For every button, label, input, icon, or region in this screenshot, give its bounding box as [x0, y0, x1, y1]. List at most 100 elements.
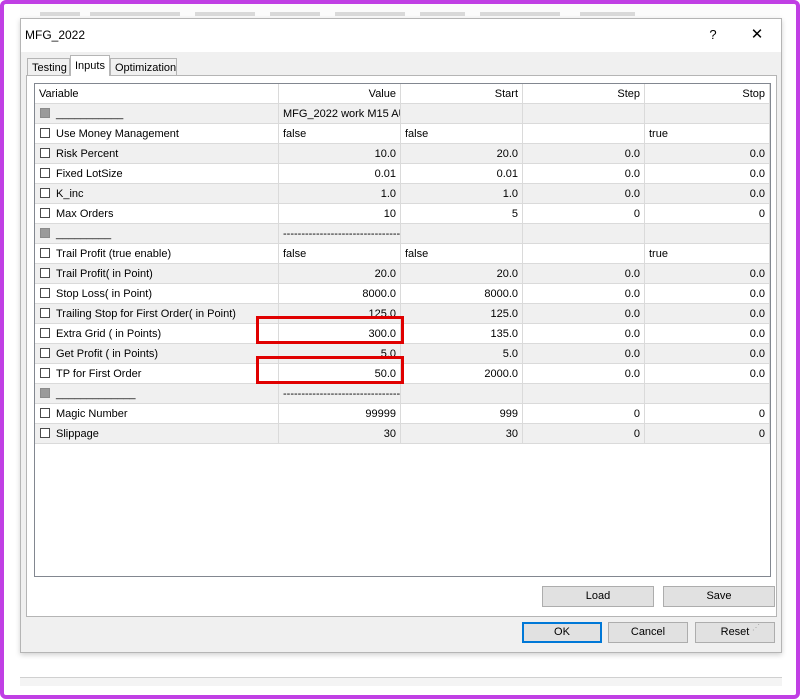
table-row[interactable]: Extra Grid ( in Points) 300.0 135.0 0.0 0.0 [35, 324, 770, 344]
value-cell[interactable]: MFG_2022 work M15 AUDUSD [279, 104, 401, 124]
stop-cell[interactable]: 0.0 [645, 324, 770, 344]
optimize-checkbox[interactable] [40, 328, 50, 339]
value-cell[interactable]: 125.0 [279, 304, 401, 324]
column-header-value[interactable]: Value [279, 84, 401, 104]
step-cell[interactable] [523, 124, 645, 144]
help-button[interactable]: ? [701, 25, 725, 45]
start-cell[interactable]: false [401, 124, 523, 144]
variable-cell[interactable]: Trailing Stop for First Order( in Point) [35, 304, 279, 324]
table-row[interactable]: Slippage 30 30 0 0 [35, 424, 770, 444]
save-button[interactable]: Save [663, 586, 775, 607]
start-cell[interactable]: 30 [401, 424, 523, 444]
stop-cell[interactable]: true [645, 244, 770, 264]
variable-cell[interactable]: Stop Loss( in Point) [35, 284, 279, 304]
variable-cell[interactable]: Risk Percent [35, 144, 279, 164]
step-cell[interactable] [523, 104, 645, 124]
stop-cell[interactable]: true [645, 124, 770, 144]
tab-inputs[interactable]: Inputs [70, 55, 110, 76]
start-cell[interactable]: 5.0 [401, 344, 523, 364]
step-cell[interactable] [523, 244, 645, 264]
separator-row[interactable]: _________ -------------------------------… [35, 224, 770, 244]
variable-cell[interactable]: Magic Number [35, 404, 279, 424]
step-cell[interactable]: 0 [523, 404, 645, 424]
value-cell[interactable]: 300.0 [279, 324, 401, 344]
variable-cell[interactable]: Slippage [35, 424, 279, 444]
value-cell[interactable]: 10 [279, 204, 401, 224]
value-cell[interactable]: 1.0 [279, 184, 401, 204]
optimize-checkbox[interactable] [40, 228, 50, 239]
value-cell[interactable]: false [279, 124, 401, 144]
stop-cell[interactable] [645, 104, 770, 124]
stop-cell[interactable]: 0.0 [645, 264, 770, 284]
cancel-button[interactable]: Cancel [608, 622, 688, 643]
value-cell[interactable]: ----------------------------------------… [279, 384, 401, 404]
table-row[interactable]: Trailing Stop for First Order( in Point)… [35, 304, 770, 324]
step-cell[interactable]: 0.0 [523, 284, 645, 304]
stop-cell[interactable]: 0.0 [645, 164, 770, 184]
reset-button[interactable]: Reset [695, 622, 775, 643]
table-row[interactable]: Magic Number 99999 999 0 0 [35, 404, 770, 424]
table-row[interactable]: Fixed LotSize 0.01 0.01 0.0 0.0 [35, 164, 770, 184]
table-row[interactable]: TP for First Order 50.0 2000.0 0.0 0.0 [35, 364, 770, 384]
stop-cell[interactable] [645, 384, 770, 404]
start-cell[interactable]: 20.0 [401, 264, 523, 284]
stop-cell[interactable]: 0.0 [645, 364, 770, 384]
column-header-step[interactable]: Step [523, 84, 645, 104]
table-row[interactable]: Max Orders 10 5 0 0 [35, 204, 770, 224]
column-header-start[interactable]: Start [401, 84, 523, 104]
table-row[interactable]: Get Profit ( in Points) 5.0 5.0 0.0 0.0 [35, 344, 770, 364]
close-button[interactable]: ✕ [745, 24, 769, 46]
table-row[interactable]: Risk Percent 10.0 20.0 0.0 0.0 [35, 144, 770, 164]
start-cell[interactable]: 20.0 [401, 144, 523, 164]
variable-cell[interactable]: Use Money Management [35, 124, 279, 144]
start-cell[interactable] [401, 104, 523, 124]
optimize-checkbox[interactable] [40, 108, 50, 119]
optimize-checkbox[interactable] [40, 168, 50, 179]
variable-cell[interactable]: Extra Grid ( in Points) [35, 324, 279, 344]
value-cell[interactable]: false [279, 244, 401, 264]
step-cell[interactable] [523, 224, 645, 244]
step-cell[interactable]: 0 [523, 424, 645, 444]
resize-grip-icon[interactable]: ⋰ [752, 623, 760, 632]
step-cell[interactable]: 0.0 [523, 364, 645, 384]
variable-cell[interactable]: Get Profit ( in Points) [35, 344, 279, 364]
separator-row[interactable]: ___________ MFG_2022 work M15 AUDUSD [35, 104, 770, 124]
optimize-checkbox[interactable] [40, 148, 50, 159]
stop-cell[interactable]: 0 [645, 424, 770, 444]
start-cell[interactable]: 135.0 [401, 324, 523, 344]
variable-cell[interactable]: Fixed LotSize [35, 164, 279, 184]
start-cell[interactable]: 2000.0 [401, 364, 523, 384]
table-row[interactable]: K_inc 1.0 1.0 0.0 0.0 [35, 184, 770, 204]
step-cell[interactable]: 0.0 [523, 144, 645, 164]
optimize-checkbox[interactable] [40, 428, 50, 439]
variable-cell[interactable]: K_inc [35, 184, 279, 204]
stop-cell[interactable]: 0 [645, 404, 770, 424]
step-cell[interactable]: 0 [523, 204, 645, 224]
start-cell[interactable]: 125.0 [401, 304, 523, 324]
step-cell[interactable]: 0.0 [523, 264, 645, 284]
variable-cell[interactable]: _____________ [35, 384, 279, 404]
tab-optimization[interactable]: Optimization [110, 58, 177, 76]
value-cell[interactable]: 50.0 [279, 364, 401, 384]
load-button[interactable]: Load [542, 586, 654, 607]
start-cell[interactable] [401, 224, 523, 244]
value-cell[interactable]: 99999 [279, 404, 401, 424]
optimize-checkbox[interactable] [40, 368, 50, 379]
optimize-checkbox[interactable] [40, 208, 50, 219]
optimize-checkbox[interactable] [40, 388, 50, 399]
optimize-checkbox[interactable] [40, 308, 50, 319]
column-header-variable[interactable]: Variable [35, 84, 279, 104]
table-row[interactable]: Trail Profit (true enable) false false true [35, 244, 770, 264]
value-cell[interactable]: ----------------------------------------… [279, 224, 401, 244]
start-cell[interactable]: 8000.0 [401, 284, 523, 304]
stop-cell[interactable]: 0.0 [645, 284, 770, 304]
stop-cell[interactable]: 0.0 [645, 184, 770, 204]
start-cell[interactable]: 1.0 [401, 184, 523, 204]
variable-cell[interactable]: TP for First Order [35, 364, 279, 384]
optimize-checkbox[interactable] [40, 268, 50, 279]
step-cell[interactable]: 0.0 [523, 184, 645, 204]
variable-cell[interactable]: Trail Profit( in Point) [35, 264, 279, 284]
table-row[interactable]: Stop Loss( in Point) 8000.0 8000.0 0.0 0.0 [35, 284, 770, 304]
table-row[interactable]: Use Money Management false false true [35, 124, 770, 144]
column-header-stop[interactable]: Stop [645, 84, 770, 104]
